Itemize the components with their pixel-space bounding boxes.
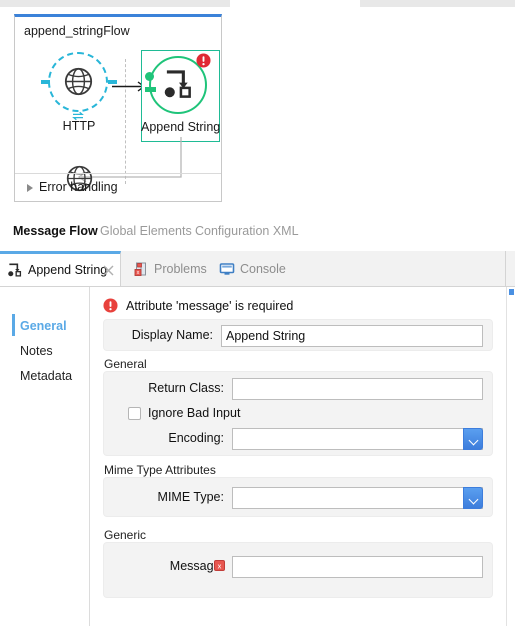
- return-class-input[interactable]: [232, 378, 483, 400]
- chevron-down-icon[interactable]: [463, 487, 483, 509]
- svg-text:x: x: [137, 270, 140, 276]
- active-item-marker: [12, 314, 15, 336]
- append-connector-dash: [145, 87, 156, 92]
- message-label: Message:: [169, 559, 224, 573]
- mime-type-combo[interactable]: [232, 487, 483, 509]
- transformer-icon: [7, 262, 23, 278]
- flow-node-append-string-label: Append String: [141, 120, 221, 134]
- display-name-panel: Display Name:: [103, 319, 493, 351]
- message-flow-canvas[interactable]: append_stringFlow HTTP Append String Err…: [0, 7, 515, 215]
- tab-append-string-label: Append String: [28, 263, 108, 277]
- append-connector-dot: [145, 72, 154, 81]
- tab-console[interactable]: Console: [212, 251, 286, 286]
- flow-name-label: append_stringFlow: [24, 24, 130, 38]
- properties-pane: General Notes Metadata Attribute 'messag…: [0, 287, 515, 626]
- side-nav-item-metadata[interactable]: Metadata: [20, 369, 72, 383]
- window-chrome-strip: [0, 0, 515, 7]
- properties-scrollbar[interactable]: [506, 287, 515, 626]
- ignore-bad-input-checkbox[interactable]: [128, 407, 141, 420]
- return-class-label: Return Class:: [148, 381, 224, 395]
- problems-icon: x: [133, 261, 149, 277]
- close-icon[interactable]: [103, 265, 114, 276]
- properties-form: Attribute 'message' is required Display …: [91, 287, 506, 626]
- properties-scrollbar-thumb[interactable]: [509, 289, 514, 295]
- ignore-bad-input-label: Ignore Bad Input: [148, 406, 241, 420]
- encoding-combo[interactable]: [232, 428, 483, 450]
- validation-banner-text: Attribute 'message' is required: [126, 298, 294, 313]
- tabbar-right-edge: [505, 251, 506, 287]
- group-title-general: General: [104, 357, 147, 371]
- editor-mode-tabs[interactable]: Message Flow Global Elements Configurati…: [0, 215, 515, 251]
- transformer-icon: [162, 69, 195, 100]
- flow-node-append-string[interactable]: [145, 53, 211, 118]
- group-title-generic: Generic: [104, 528, 147, 542]
- tab-problems[interactable]: x Problems: [126, 251, 207, 286]
- side-nav-item-general[interactable]: General: [20, 319, 67, 333]
- display-name-label: Display Name:: [131, 328, 213, 342]
- error-handling-label: Error handling: [39, 180, 118, 194]
- tab-configuration-xml[interactable]: Configuration XML: [195, 224, 299, 238]
- svg-text:x: x: [218, 561, 222, 570]
- chevron-right-icon[interactable]: [27, 184, 33, 192]
- encoding-label: Encoding:: [168, 431, 224, 445]
- flow-node-http-label: HTTP: [62, 119, 96, 133]
- http-connector-left: [41, 80, 50, 84]
- tab-problems-label: Problems: [154, 261, 207, 276]
- flow-container[interactable]: append_stringFlow HTTP Append String Err…: [14, 14, 222, 202]
- chrome-gap: [348, 0, 360, 7]
- chrome-gap: [230, 0, 348, 7]
- flow-node-http[interactable]: [41, 52, 117, 121]
- error-circle-icon: [103, 298, 118, 313]
- console-icon: [219, 261, 235, 277]
- group-panel-mime: MIME Type:: [103, 477, 493, 517]
- group-panel-generic: Message: x: [103, 542, 493, 598]
- mime-type-label: MIME Type:: [157, 490, 224, 504]
- tab-global-elements[interactable]: Global Elements: [100, 224, 192, 238]
- validation-banner: Attribute 'message' is required: [103, 298, 293, 313]
- tab-message-flow[interactable]: Message Flow: [13, 224, 98, 238]
- group-title-mime-type-attributes: Mime Type Attributes: [104, 463, 216, 477]
- error-square-icon: x: [214, 560, 225, 571]
- globe-icon: [64, 67, 93, 96]
- group-panel-general: Return Class: Ignore Bad Input Encoding:: [103, 371, 493, 456]
- node-error-badge-icon: [196, 53, 211, 68]
- view-tab-bar[interactable]: Append String x Problems Console: [0, 251, 515, 287]
- tab-console-label: Console: [240, 261, 286, 276]
- side-nav-item-notes[interactable]: Notes: [20, 344, 53, 358]
- message-input[interactable]: [232, 556, 483, 578]
- properties-side-nav[interactable]: General Notes Metadata: [0, 287, 90, 626]
- display-name-input[interactable]: [221, 325, 483, 347]
- error-handling-section[interactable]: Error handling: [15, 173, 221, 201]
- tab-append-string[interactable]: Append String: [0, 251, 121, 286]
- chevron-down-icon[interactable]: [463, 428, 483, 450]
